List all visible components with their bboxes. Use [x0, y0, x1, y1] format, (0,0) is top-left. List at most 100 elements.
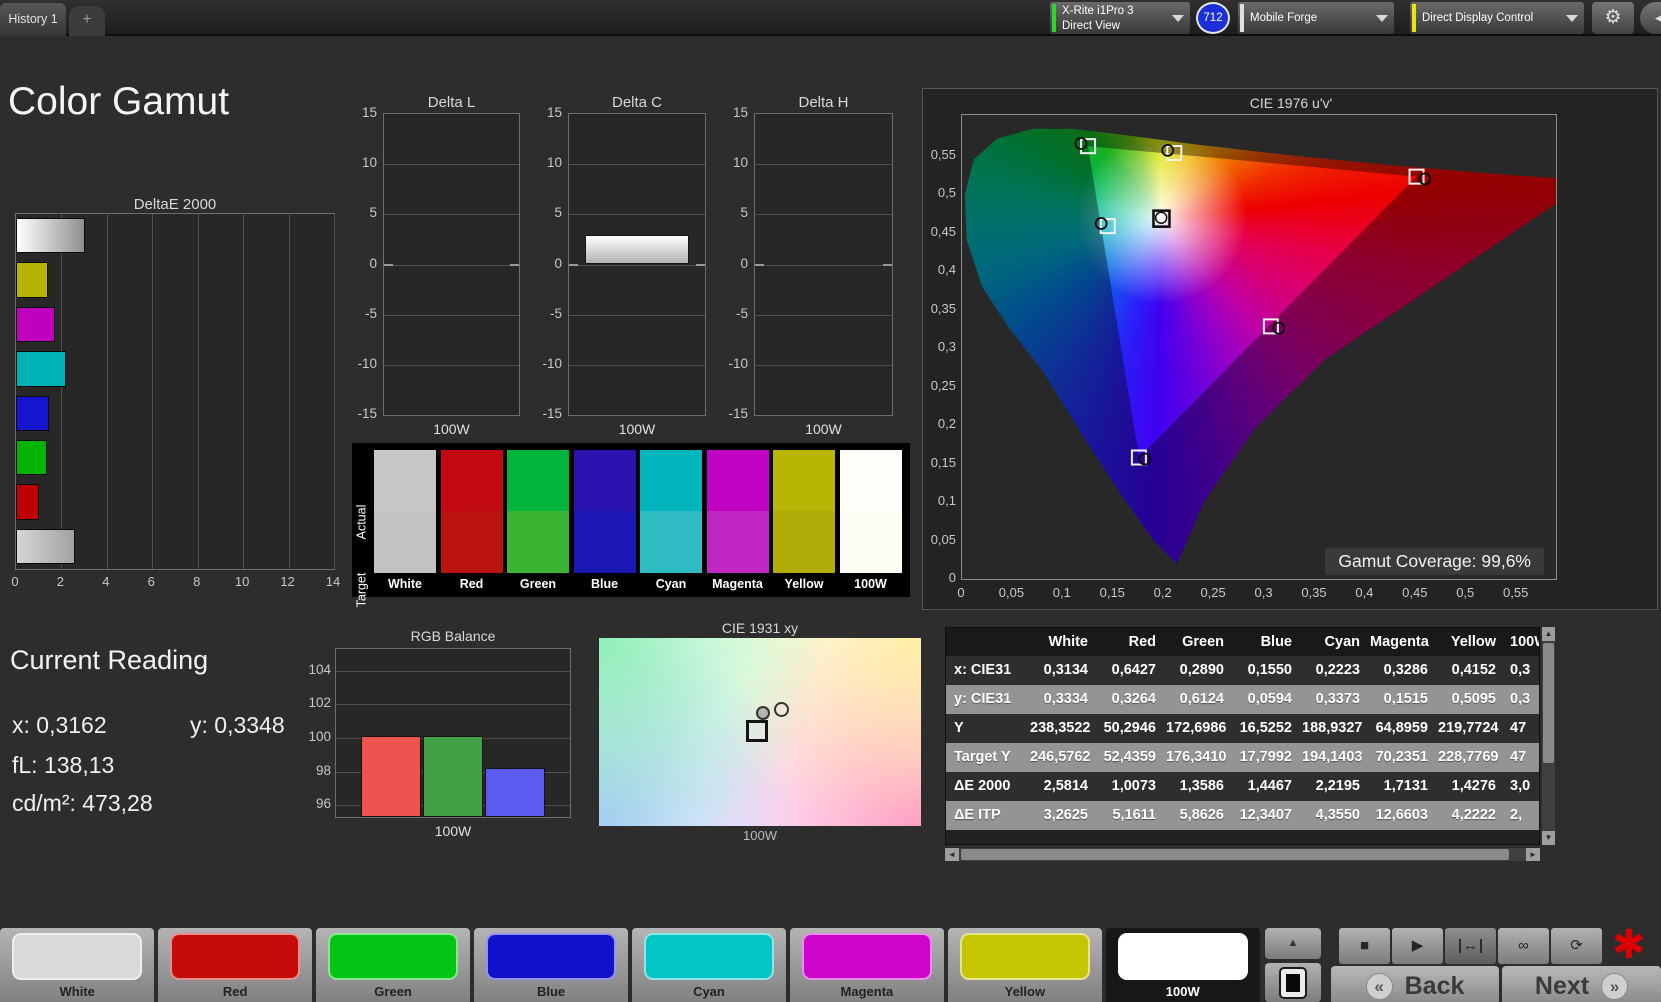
table-cell: 47 — [1510, 749, 1527, 765]
display-dropdown-label: Direct Display Control — [1422, 12, 1534, 24]
pattern-up-button[interactable]: ▲ — [1265, 928, 1321, 959]
vscroll-thumb[interactable] — [1543, 643, 1554, 763]
table-row[interactable]: ΔE ITP 3,2625 5,1611 5,8626 12,3407 4,3550 12,… — [946, 801, 1539, 830]
bar-cyan — [16, 351, 67, 387]
table-cell: 47 — [1510, 720, 1527, 736]
table-row[interactable]: ΔE 2000 2,5814 1,0073 1,3586 1,4467 2,2195 1,7… — [946, 772, 1539, 801]
target-green — [1080, 138, 1097, 155]
table-cell: 228,7769 — [1438, 749, 1499, 765]
table-cell: 194,1403 — [1302, 749, 1363, 765]
column-header: 100W — [1510, 634, 1539, 650]
x-tick-label: 0,35 — [1301, 585, 1327, 600]
pattern-label: White — [59, 984, 95, 999]
scroll-left-button[interactable]: ◄ — [945, 848, 959, 861]
display-control-dropdown[interactable]: Direct Display Control — [1410, 2, 1584, 34]
swatch-label: Blue — [590, 577, 619, 591]
actual-row-label: Actual — [354, 504, 369, 540]
y-tick-label: 0,55 — [930, 146, 956, 162]
settings-button[interactable]: ⚙ — [1592, 2, 1634, 34]
measured-red — [1418, 172, 1432, 186]
column-header: Yellow — [1450, 634, 1496, 650]
x-tick-label: 0,5 — [1456, 585, 1475, 600]
x-tick-label: 8 — [193, 574, 201, 589]
gridline — [569, 164, 705, 166]
tab-history-1[interactable]: History 1 — [0, 3, 66, 36]
zero-tick — [883, 263, 892, 266]
meter-status-stripe — [1052, 4, 1056, 32]
source-dropdown-label: Mobile Forge — [1250, 12, 1318, 24]
target-yellow — [1166, 145, 1183, 162]
pattern-label: Green — [374, 984, 412, 999]
table-cell: 4,3550 — [1315, 807, 1360, 823]
pattern-button-blue[interactable]: Blue — [473, 928, 629, 1002]
row-label: x: CIE31 — [954, 662, 1012, 678]
scroll-down-button[interactable]: ▼ — [1542, 831, 1555, 845]
y-tick-label: -15 — [728, 406, 748, 421]
gridline — [384, 214, 519, 216]
current-reading-title: Current Reading — [10, 645, 209, 675]
gridline — [569, 214, 705, 216]
pattern-label: Red — [222, 984, 248, 999]
gridline — [384, 364, 519, 366]
pattern-button-green[interactable]: Green — [315, 928, 471, 1002]
table-cell: 0,3334 — [1043, 691, 1088, 707]
continuous-measure-button[interactable]: ∞ — [1498, 928, 1549, 964]
app-window: History 1 + X-Rite i1Pro 3 Direct View 7… — [0, 0, 1661, 1002]
source-dropdown[interactable]: Mobile Forge — [1238, 2, 1394, 34]
table-hscrollbar[interactable]: ◄ ► — [945, 848, 1540, 861]
pattern-swatch — [1117, 933, 1248, 980]
bar-magenta — [16, 306, 55, 343]
table-row[interactable]: x: CIE31 0,3134 0,6427 0,2890 0,1550 0,2223 0,… — [946, 656, 1539, 685]
y-tick-label: 10 — [546, 155, 562, 171]
pattern-window-button[interactable] — [1265, 963, 1321, 1002]
meter-count-badge[interactable]: 712 — [1196, 2, 1230, 34]
marker-dot — [755, 706, 770, 721]
table-row[interactable]: Y 238,3522 50,2946 172,6986 16,5252 188,9327 6… — [946, 714, 1539, 743]
pattern-button-100w[interactable]: 100W — [1105, 928, 1260, 1002]
bar-100w — [16, 218, 86, 254]
refresh-button[interactable]: ⟳ — [1551, 928, 1602, 964]
gridline — [336, 670, 570, 672]
table-cell: 246,5762 — [1030, 749, 1091, 765]
pattern-size-button[interactable]: ↔ — [1445, 928, 1496, 964]
next-button[interactable]: Next » — [1502, 966, 1661, 1002]
pattern-label: Blue — [536, 984, 566, 999]
pattern-button-red[interactable]: Red — [157, 928, 313, 1002]
reading-y: y: 0,3348 — [190, 712, 285, 738]
scroll-up-button[interactable]: ▲ — [1542, 627, 1555, 641]
pattern-button-cyan[interactable]: Cyan — [631, 928, 787, 1002]
bar-blue — [16, 395, 49, 431]
table-cell: 0,6124 — [1179, 691, 1224, 707]
y-tick-label: 0,05 — [930, 531, 956, 547]
table-row[interactable]: y: CIE31 0,3334 0,3264 0,6124 0,0594 0,3373 0,… — [946, 685, 1539, 714]
y-tick-label: 0,4 — [937, 262, 956, 278]
y-tick-label: -10 — [728, 355, 748, 371]
pattern-button-yellow[interactable]: Yellow — [947, 928, 1103, 1002]
table-cell: 0,2890 — [1179, 662, 1224, 678]
collapse-bar-button[interactable]: ◀ — [1640, 2, 1661, 34]
x-tick-label: 0,1 — [1052, 585, 1071, 600]
table-vscrollbar[interactable]: ▲ ▼ — [1542, 627, 1555, 845]
meter-dropdown[interactable]: X-Rite i1Pro 3 Direct View — [1050, 2, 1190, 34]
scroll-right-button[interactable]: ► — [1526, 848, 1540, 861]
back-button[interactable]: « Back — [1331, 966, 1499, 1002]
x-tick-label: 12 — [280, 574, 295, 589]
hscroll-thumb[interactable] — [961, 849, 1509, 860]
pattern-swatch — [485, 933, 617, 980]
target-red — [1408, 168, 1425, 185]
table-cell: 1,4276 — [1451, 778, 1496, 794]
gridline — [61, 214, 63, 569]
x-tick-label: 0,2 — [1153, 585, 1172, 600]
stop-button[interactable]: ■ — [1339, 928, 1390, 964]
bar-green — [16, 439, 47, 476]
pattern-button-white[interactable]: White — [0, 928, 155, 1002]
x-tick-label: 0,25 — [1200, 585, 1226, 600]
delta-c-chart — [568, 113, 706, 416]
table-row[interactable]: Target Y 246,5762 52,4359 176,3410 17,7992 19… — [946, 743, 1539, 772]
add-tab-button[interactable]: + — [69, 6, 105, 36]
pattern-button-magenta[interactable]: Magenta — [789, 928, 945, 1002]
play-button[interactable]: ▶ — [1392, 928, 1443, 964]
bar-blue — [485, 768, 545, 817]
y-tick-label: 15 — [546, 105, 562, 120]
gridline — [384, 264, 519, 266]
